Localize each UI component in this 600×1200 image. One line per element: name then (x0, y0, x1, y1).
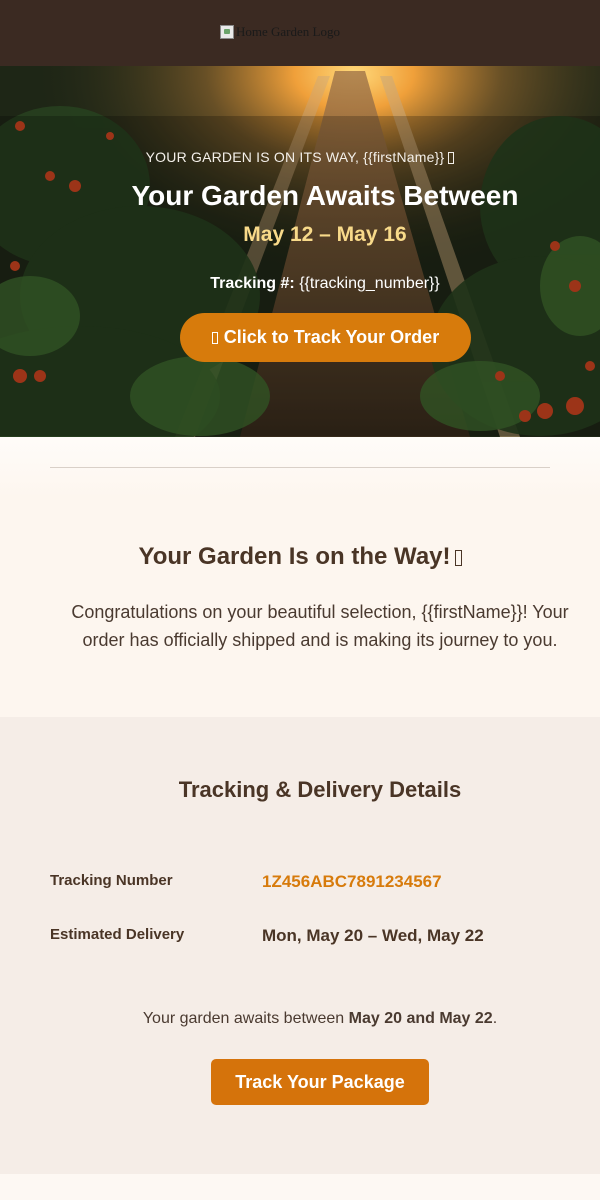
await-text: Your garden awaits between May 20 and Ma… (142, 1010, 498, 1027)
intro-title: Your Garden Is on the Way! (0, 543, 600, 571)
footer-strip (0, 1174, 600, 1200)
intro-section: Your Garden Is on the Way! Congratulatio… (0, 497, 600, 717)
tracking-section: Tracking & Delivery Details Tracking Num… (0, 717, 600, 1174)
divider-section (0, 437, 600, 497)
track-package-button[interactable]: Track Your Package (211, 1059, 429, 1105)
divider (50, 467, 550, 468)
track-order-button-label: Click to Track Your Order (223, 327, 440, 347)
email-header: Home Garden Logo (0, 0, 600, 66)
await-dates: May 20 and May 22 (348, 1010, 493, 1027)
tracking-number-label: Tracking Number (50, 872, 173, 889)
estimated-delivery-label: Estimated Delivery (50, 926, 185, 943)
hero-banner: YOUR GARDEN IS ON ITS WAY, {{firstName}}… (0, 66, 600, 437)
brand-logo[interactable]: Home Garden Logo (220, 24, 340, 40)
estimated-delivery-value: Mon, May 20 – Wed, May 22 (262, 926, 484, 945)
estimated-delivery-row: Estimated Delivery Mon, May 20 – Wed, Ma… (50, 926, 550, 950)
tracking-label: Tracking #: (210, 275, 295, 292)
tracking-value: {{tracking_number}} (299, 275, 440, 292)
hero-eyebrow: YOUR GARDEN IS ON ITS WAY, {{firstName}} (0, 149, 600, 165)
hero-delivery-dates: May 12 – May 16 (243, 223, 407, 246)
track-order-button[interactable]: Click to Track Your Order (180, 313, 471, 362)
tracking-number-row: Tracking Number 1Z456ABC7891234567 (50, 872, 550, 896)
broken-image-icon (220, 25, 234, 39)
intro-body: Congratulations on your beautiful select… (71, 602, 569, 650)
package-icon (211, 331, 218, 344)
tracking-section-title: Tracking & Delivery Details (178, 777, 462, 802)
logo-alt-text: Home Garden Logo (236, 24, 340, 39)
hero-tracking-line: Tracking #: {{tracking_number}} (0, 275, 600, 293)
emoji-placeholder-icon (448, 152, 455, 165)
tracking-number-value[interactable]: 1Z456ABC7891234567 (262, 872, 442, 892)
emoji-placeholder-icon (454, 549, 462, 566)
hero-title: Your Garden Awaits Between (131, 180, 519, 211)
